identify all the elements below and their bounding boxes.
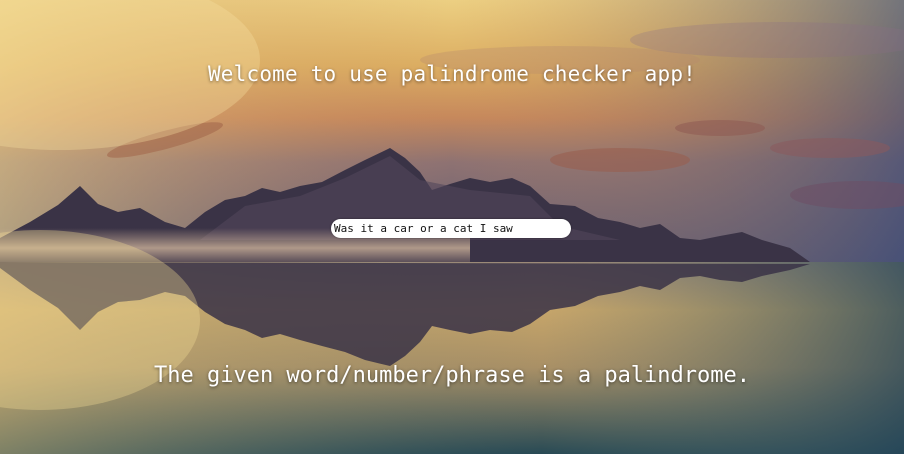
page-title: Welcome to use palindrome checker app! [207, 62, 697, 86]
app-container: Welcome to use palindrome checker app! T… [0, 0, 904, 454]
palindrome-input[interactable] [331, 219, 571, 238]
palindrome-input-wrapper [331, 217, 571, 238]
result-message: The given word/number/phrase is a palind… [153, 363, 751, 388]
